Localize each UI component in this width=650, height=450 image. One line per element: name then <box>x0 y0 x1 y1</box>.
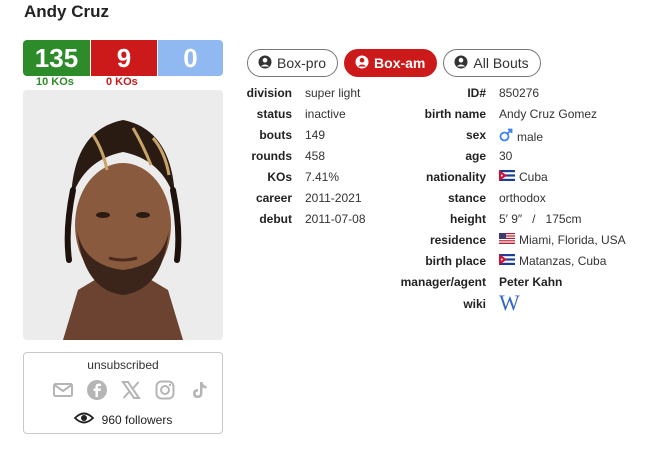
age-value: 30 <box>499 149 513 163</box>
nationality-label: nationality <box>425 170 486 184</box>
stance-label: stance <box>447 191 486 205</box>
manager-label: manager/agent <box>400 275 486 289</box>
x-icon[interactable] <box>120 379 142 401</box>
birth-name-label: birth name <box>424 107 486 121</box>
bouts-label: bouts <box>259 128 292 142</box>
division-label: division <box>246 86 292 100</box>
user-icon <box>258 55 272 72</box>
kos-value: 7.41% <box>305 170 340 184</box>
usa-flag-icon <box>499 233 515 247</box>
height-value: 5′ 9″ / 175cm <box>499 212 582 226</box>
tab-box-pro[interactable]: Box-pro <box>247 49 339 77</box>
residence-value[interactable]: Miami, Florida, USA <box>499 233 626 247</box>
svg-text:W: W <box>499 293 520 313</box>
height-label: height <box>450 212 486 226</box>
instagram-icon[interactable] <box>154 379 176 401</box>
win-kos: 10 KOs <box>36 76 74 88</box>
user-icon <box>355 55 369 72</box>
career-value: 2011-2021 <box>305 191 362 205</box>
wiki-label: wiki <box>463 297 486 311</box>
residence-text: Miami, Florida, USA <box>519 233 626 247</box>
cuba-flag-icon <box>499 254 515 268</box>
residence-label: residence <box>429 233 486 247</box>
id-value: 850276 <box>499 86 540 100</box>
rounds-label: rounds <box>251 149 292 163</box>
tiktok-icon[interactable] <box>188 379 210 401</box>
record-tabs: Box-pro Box-am All Bouts <box>247 49 541 77</box>
birth-place-text: Matanzas, Cuba <box>519 254 607 268</box>
status-value: inactive <box>305 107 346 121</box>
wins-count[interactable]: 135 <box>23 40 90 76</box>
loss-kos: 0 KOs <box>106 76 138 88</box>
social-box: unsubscribed 960 followers <box>23 352 223 434</box>
tab-label: Box-am <box>374 55 426 71</box>
sex-value: male <box>499 128 543 145</box>
stance-value: orthodox <box>499 191 546 205</box>
nationality-value[interactable]: Cuba <box>499 170 548 184</box>
birth-place-value[interactable]: Matanzas, Cuba <box>499 254 606 268</box>
manager-value[interactable]: Peter Kahn <box>499 275 562 289</box>
record-bar: 135 9 0 <box>23 40 223 76</box>
subscription-status[interactable]: unsubscribed <box>24 358 222 372</box>
losses-count[interactable]: 9 <box>91 40 157 76</box>
boxer-name: Andy Cruz <box>24 2 109 21</box>
facebook-icon[interactable] <box>86 379 108 401</box>
male-icon <box>499 128 513 145</box>
email-icon[interactable] <box>52 379 74 401</box>
followers-count: 960 followers <box>101 412 173 427</box>
social-icons <box>52 379 210 401</box>
eye-icon[interactable] <box>73 411 94 428</box>
nationality-text: Cuba <box>519 170 548 184</box>
age-label: age <box>465 149 486 163</box>
kos-label: KOs <box>267 170 292 184</box>
draws-count[interactable]: 0 <box>158 40 223 76</box>
tab-box-am[interactable]: Box-am <box>344 49 438 77</box>
wikipedia-icon[interactable]: W <box>499 290 523 316</box>
division-value[interactable]: super light <box>305 86 360 100</box>
sex-text: male <box>517 129 544 144</box>
boxer-photo <box>23 90 223 340</box>
rounds-value: 458 <box>305 149 326 163</box>
status-label: status <box>256 107 292 121</box>
bouts-value: 149 <box>305 128 326 142</box>
tab-label: Box-pro <box>277 55 327 71</box>
career-label: career <box>255 191 292 205</box>
debut-label: debut <box>259 212 292 226</box>
birth-place-label: birth place <box>425 254 486 268</box>
sex-label: sex <box>465 128 486 142</box>
followers: 960 followers <box>24 411 222 428</box>
id-label: ID# <box>467 86 486 100</box>
tab-all-bouts[interactable]: All Bouts <box>443 49 541 77</box>
user-icon <box>454 55 468 72</box>
tab-label: All Bouts <box>473 55 529 71</box>
birth-name-value: Andy Cruz Gomez <box>499 107 598 121</box>
cuba-flag-icon <box>499 170 515 184</box>
wiki-value[interactable]: W <box>499 290 523 316</box>
debut-value[interactable]: 2011-07-08 <box>305 212 366 226</box>
